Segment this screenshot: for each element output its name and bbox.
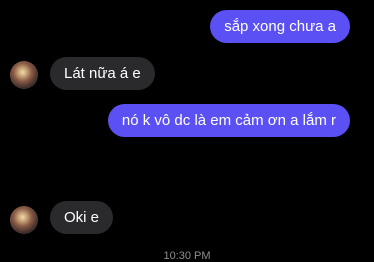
incoming-message-bubble[interactable]: Lát nữa á e	[50, 57, 155, 90]
outgoing-message-bubble[interactable]: sắp xong chưa a	[210, 10, 350, 43]
outgoing-message-bubble[interactable]: nó k vô dc là em cảm ơn a lắm r	[107, 104, 350, 137]
incoming-message-bubble[interactable]: Oki e	[50, 201, 114, 234]
message-timestamp: 10:30 PM	[163, 250, 211, 262]
contact-avatar[interactable]	[10, 206, 38, 234]
contact-avatar[interactable]	[10, 61, 38, 89]
pensive-face-emoji[interactable]: 😔	[321, 150, 350, 182]
